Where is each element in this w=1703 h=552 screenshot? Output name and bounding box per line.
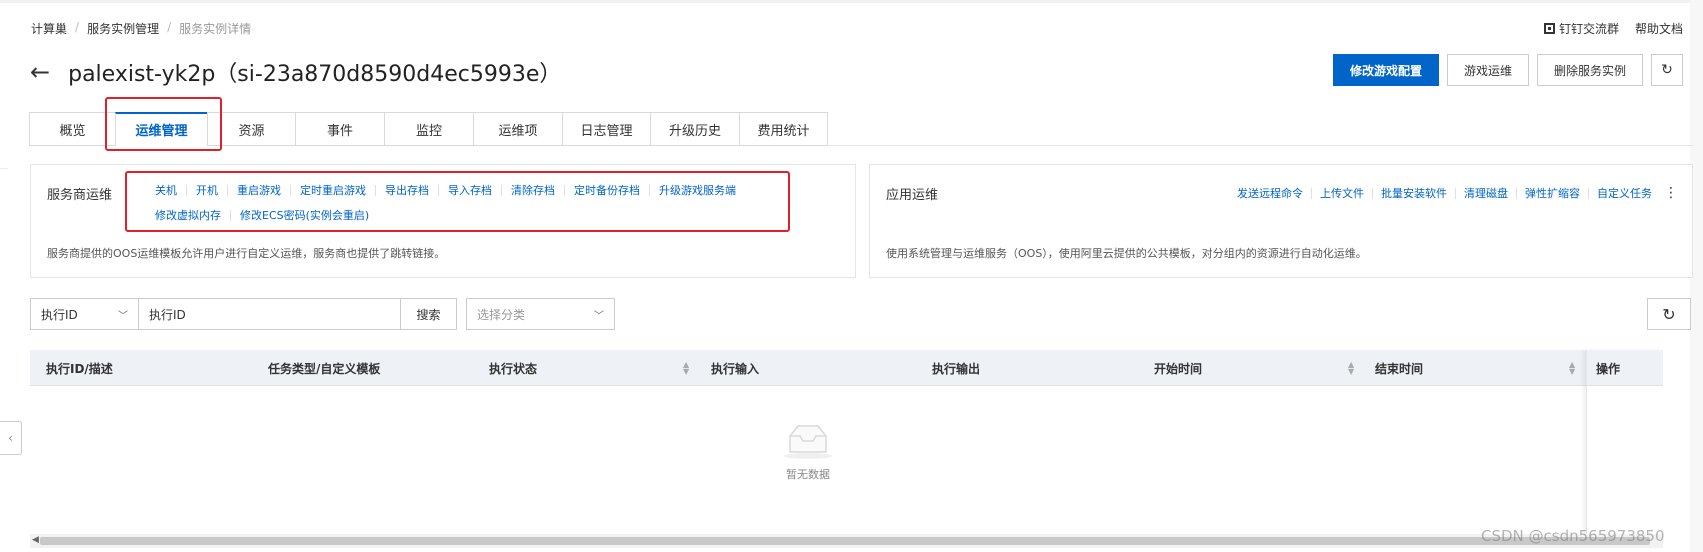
app-ops-panel: 应用运维 发送远程命令 上传文件 批量安装软件 清理磁盘 弹性扩缩容 自定义任务… [869, 164, 1693, 278]
scheduled-backup-link[interactable]: 定时备份存档 [564, 185, 649, 196]
dingtalk-link[interactable]: 钉钉交流群 [1543, 20, 1619, 37]
category-select-placeholder: 选择分类 [477, 307, 526, 322]
search-input[interactable]: 执行ID [139, 298, 401, 330]
sort-icon[interactable]: ▲ ▼ [1569, 361, 1575, 376]
breadcrumb-current: 服务实例详情 [179, 22, 252, 36]
game-ops-button[interactable]: 游戏运维 [1446, 54, 1529, 86]
column-status[interactable]: 执行状态 [489, 350, 537, 386]
provider-ops-links-row1: 关机 开机 重启游戏 定时重启游戏 导出存档 导入存档 清除存档 定时备份存档 … [146, 185, 745, 196]
batch-install-link[interactable]: 批量安装软件 [1372, 187, 1455, 199]
watermark: CSDN @csdn565973850 [1481, 527, 1665, 545]
provider-ops-links-row2: 修改虚拟内存 修改ECS密码(实例会重启) [146, 210, 378, 221]
import-save-link[interactable]: 导入存档 [438, 185, 501, 196]
breadcrumb: 计算巢 / 服务实例管理 / 服务实例详情 [31, 20, 251, 37]
breadcrumb-separator: / [167, 20, 172, 34]
provider-ops-panel: 服务商运维 关机 开机 重启游戏 定时重启游戏 导出存档 导入存档 清除存档 定… [30, 164, 856, 278]
sort-icon[interactable]: ▲ ▼ [1348, 361, 1354, 376]
search-button[interactable]: 搜索 [401, 298, 457, 330]
provider-ops-description: 服务商提供的OOS运维模板允许用户进行自定义运维，服务商也提供了跳转链接。 [47, 247, 446, 260]
scheduled-restart-link[interactable]: 定时重启游戏 [290, 185, 375, 196]
modify-ecs-password-link[interactable]: 修改ECS密码(实例会重启) [230, 210, 378, 221]
breadcrumb-item-2[interactable]: 服务实例管理 [87, 20, 159, 37]
collapse-handle-icon[interactable]: ‹ [0, 421, 22, 455]
top-border [0, 0, 1703, 3]
filter-bar: 执行ID ﹀ 执行ID 搜索 选择分类 ﹀ [30, 298, 615, 330]
export-save-link[interactable]: 导出存档 [375, 185, 438, 196]
left-edge [0, 168, 8, 378]
tab-ops-management[interactable]: 运维管理 [115, 112, 208, 146]
startup-link[interactable]: 开机 [186, 185, 227, 196]
header-actions: 修改游戏配置 游戏运维 删除服务实例 ↻ [1332, 54, 1683, 86]
table-refresh-icon[interactable]: ↻ [1647, 298, 1691, 330]
chevron-down-icon: ﹀ [594, 310, 604, 322]
tab-ops-items[interactable]: 运维项 [473, 112, 563, 146]
horizontal-scrollbar[interactable]: ◀ [30, 534, 1663, 548]
tab-overview[interactable]: 概览 [29, 112, 116, 146]
help-doc-link[interactable]: 帮助文档 [1635, 20, 1683, 37]
tab-monitoring[interactable]: 监控 [384, 112, 474, 146]
column-execution-id: 执行ID/描述 [46, 361, 113, 376]
executions-table: 执行ID/描述 任务类型/自定义模板 执行状态 ▲ ▼ 执行输入 执行输出 开始时… [30, 350, 1663, 543]
sort-icon[interactable]: ▲ ▼ [683, 361, 689, 376]
app-ops-description: 使用系统管理与运维服务（OOS），使用阿里云提供的公共模板，对分组内的资源进行自… [886, 247, 1367, 260]
empty-text: 暂无数据 [786, 468, 830, 481]
field-select-value: 执行ID [41, 307, 78, 322]
table-header: 执行ID/描述 任务类型/自定义模板 执行状态 ▲ ▼ 执行输入 执行输出 开始时… [30, 350, 1663, 386]
autoscaling-link[interactable]: 弹性扩缩容 [1516, 187, 1588, 199]
column-start-time[interactable]: 开始时间 [1154, 350, 1202, 386]
upgrade-server-link[interactable]: 升级游戏服务端 [649, 185, 745, 196]
clear-save-link[interactable]: 清除存档 [501, 185, 564, 196]
tab-upgrade-history[interactable]: 升级历史 [650, 112, 740, 146]
modify-game-config-button[interactable]: 修改游戏配置 [1332, 54, 1439, 86]
chevron-down-icon: ﹀ [118, 310, 128, 322]
top-links: 钉钉交流群 帮助文档 [1543, 20, 1683, 37]
tab-bar: 概览 运维管理 资源 事件 监控 运维项 日志管理 升级历史 费用统计 [29, 112, 828, 146]
scrollbar-thumb[interactable] [40, 537, 1650, 545]
page-title: palexist-yk2p（si-23a870d8590d4ec5993e） [68, 62, 562, 87]
category-select[interactable]: 选择分类 ﹀ [466, 298, 615, 330]
empty-state: 暂无数据 [30, 422, 1586, 482]
tab-events[interactable]: 事件 [295, 112, 385, 146]
provider-ops-title: 服务商运维 [47, 188, 113, 203]
more-vertical-icon[interactable]: ⋮ [1664, 185, 1678, 201]
breadcrumb-separator: / [75, 20, 80, 34]
column-task-type: 任务类型/自定义模板 [268, 361, 381, 376]
tab-cost-statistics[interactable]: 费用统计 [739, 112, 828, 146]
field-select[interactable]: 执行ID ﹀ [30, 298, 139, 330]
column-input: 执行输入 [711, 361, 760, 376]
shutdown-link[interactable]: 关机 [146, 185, 186, 196]
tab-log-management[interactable]: 日志管理 [562, 112, 651, 146]
refresh-icon[interactable]: ↻ [1651, 54, 1683, 86]
delete-instance-button[interactable]: 删除服务实例 [1536, 54, 1643, 86]
tab-resources[interactable]: 资源 [207, 112, 296, 146]
clean-disk-link[interactable]: 清理磁盘 [1455, 187, 1516, 199]
custom-task-link[interactable]: 自定义任务 [1588, 187, 1660, 199]
tab-divider [829, 145, 1693, 146]
send-remote-command-link[interactable]: 发送远程命令 [1229, 188, 1311, 199]
restart-game-link[interactable]: 重启游戏 [227, 185, 290, 196]
empty-inbox-icon [784, 425, 832, 459]
app-ops-links: 发送远程命令 上传文件 批量安装软件 清理磁盘 弹性扩缩容 自定义任务 ⋮ [1229, 185, 1678, 201]
scroll-left-icon[interactable]: ◀ [32, 535, 39, 545]
app-ops-title: 应用运维 [886, 188, 939, 203]
upload-file-link[interactable]: 上传文件 [1311, 187, 1372, 199]
dingtalk-label: 钉钉交流群 [1558, 22, 1619, 36]
qr-code-icon [1543, 23, 1555, 34]
column-end-time[interactable]: 结束时间 [1375, 350, 1423, 386]
actions-column-fixed [1586, 350, 1663, 543]
modify-virtual-memory-link[interactable]: 修改虚拟内存 [146, 210, 230, 221]
title-row: ← palexist-yk2p（si-23a870d8590d4ec5993e） [30, 56, 561, 88]
column-output: 执行输出 [932, 361, 981, 376]
back-arrow-icon[interactable]: ← [30, 60, 50, 84]
breadcrumb-item-1[interactable]: 计算巢 [31, 20, 67, 37]
